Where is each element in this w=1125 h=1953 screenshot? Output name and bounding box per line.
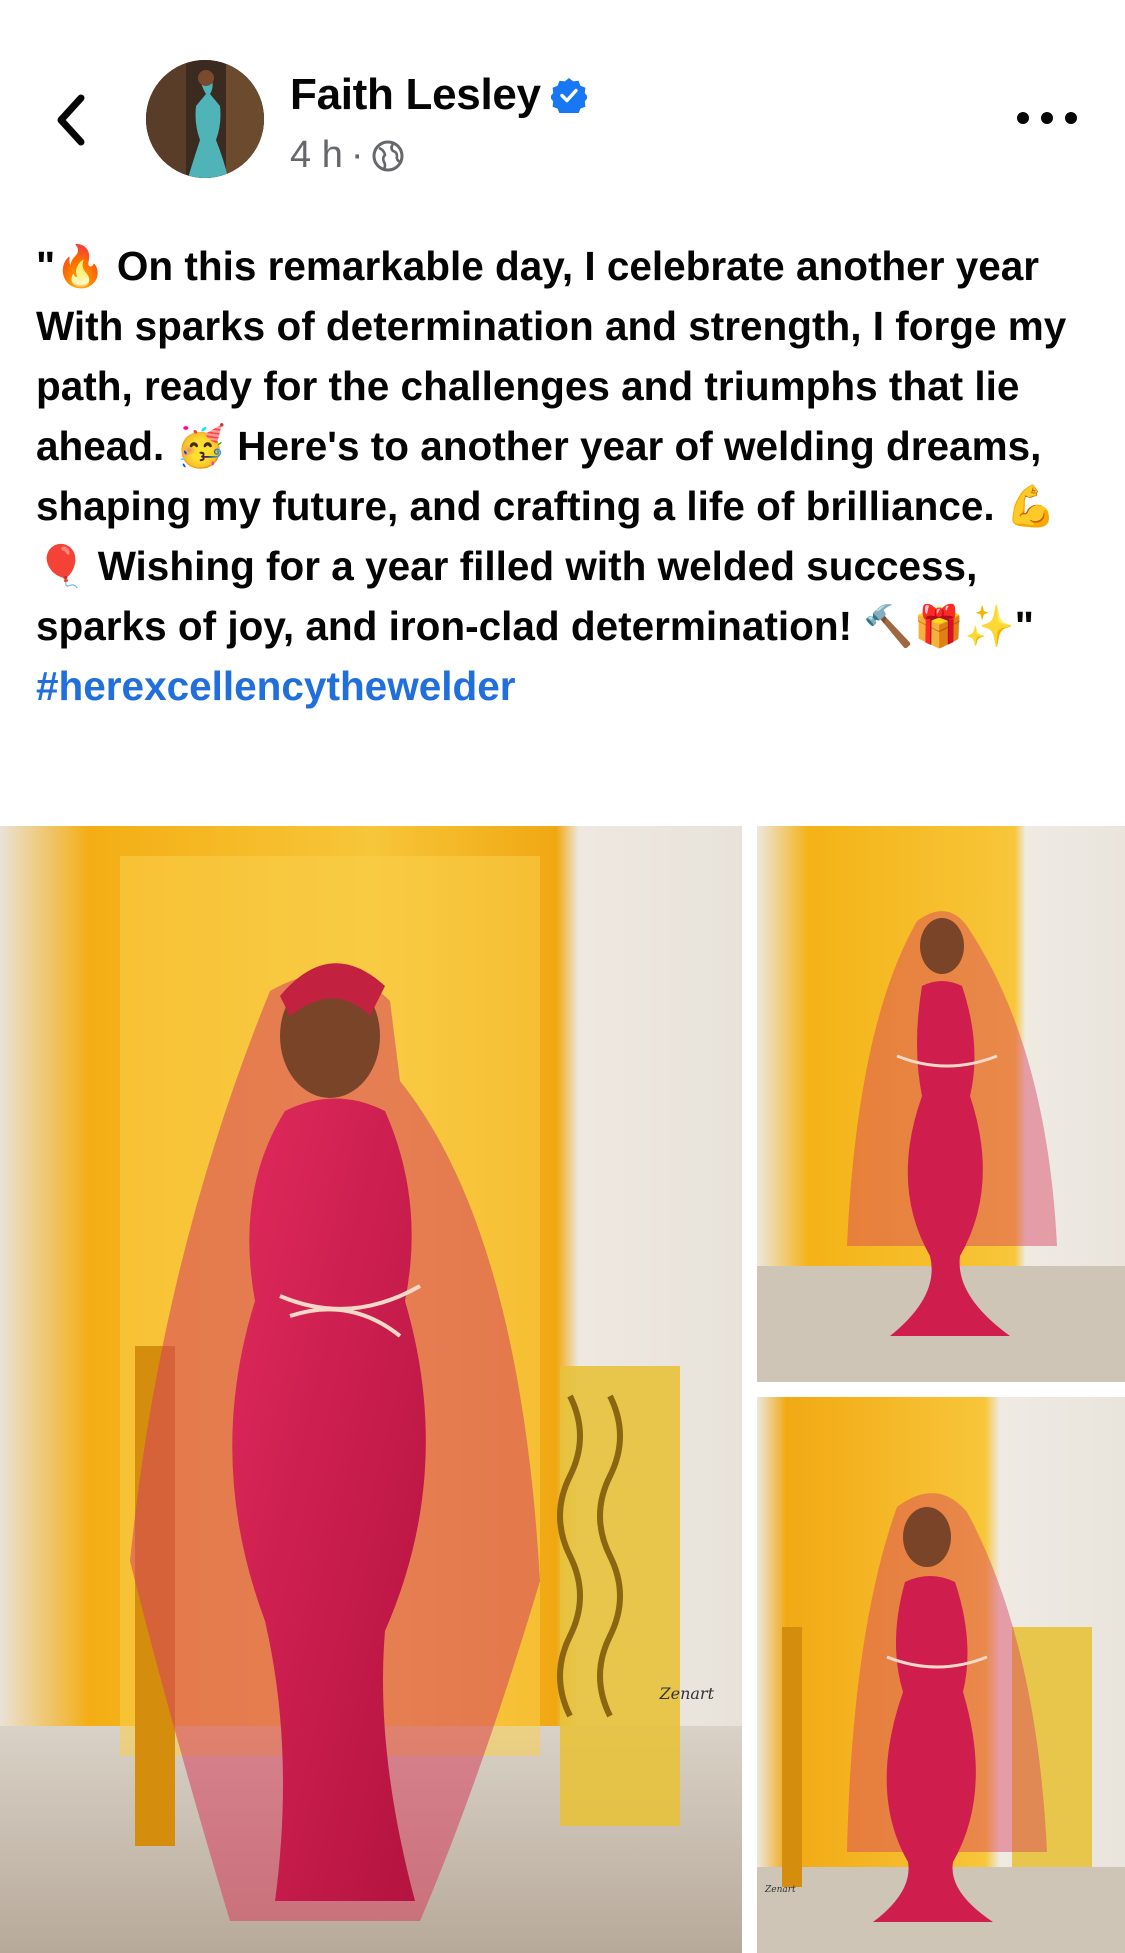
gift-emoji: 🎁 (913, 603, 965, 649)
hashtag-link[interactable]: #herexcellencythewelder (36, 663, 516, 709)
more-dot-icon (1065, 112, 1077, 124)
back-button[interactable] (40, 85, 100, 155)
more-options-button[interactable] (1017, 98, 1077, 138)
meta-separator: · (350, 134, 364, 176)
watermark-text: Zenart (659, 1684, 714, 1703)
text-part-3: Wishing for a year filled with welded su… (36, 543, 978, 649)
more-dot-icon (1041, 112, 1053, 124)
post-meta: 4 h · (290, 134, 405, 177)
text-quote-close: " (1014, 603, 1034, 649)
fire-emoji: 🔥 (55, 243, 106, 289)
post-text: "🔥 On this remarkable day, I celebrate a… (36, 236, 1096, 716)
photo-bottom-right[interactable]: Zenart (757, 1397, 1125, 1953)
chevron-left-icon (57, 94, 85, 146)
text-quote-open: " (36, 243, 56, 289)
globe-icon (372, 140, 404, 171)
hammer-emoji: 🔨 (863, 603, 914, 649)
muscle-emoji: 💪 (1005, 483, 1057, 529)
watermark-text: Zenart (765, 1885, 796, 1895)
photo-top-right[interactable] (757, 826, 1125, 1382)
post-time[interactable]: 4 h (290, 134, 343, 177)
more-dot-icon (1017, 112, 1029, 124)
balloon-emoji: 🎈 (36, 543, 87, 589)
author-name[interactable]: Faith Lesley (290, 70, 541, 120)
avatar[interactable] (146, 60, 264, 178)
sparkles-emoji: ✨ (964, 603, 1015, 649)
author-row: Faith Lesley (290, 70, 587, 120)
post-header: Faith Lesley 4 h · (0, 0, 1125, 200)
photo-main[interactable]: Zenart (0, 826, 742, 1953)
verified-badge-icon (550, 78, 587, 113)
party-face-emoji: 🥳 (175, 423, 226, 469)
